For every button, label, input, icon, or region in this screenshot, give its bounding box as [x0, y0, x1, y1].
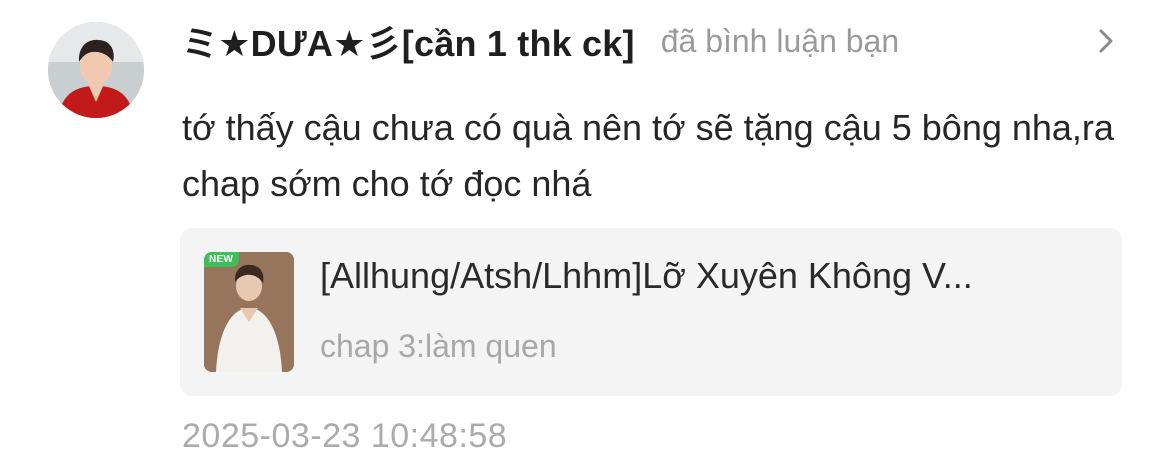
cover-image [204, 252, 294, 372]
comment-notification[interactable]: ミ★DƯA★彡[cần 1 thk ck] đã bình luận bạn t… [0, 0, 1170, 468]
username[interactable]: ミ★DƯA★彡[cần 1 thk ck] [182, 15, 635, 67]
notification-header: ミ★DƯA★彡[cần 1 thk ck] đã bình luận bạn [182, 14, 899, 68]
story-card[interactable]: NEW [Allhung/Atsh/Lhhm]Lỡ Xuyên Không V.… [180, 228, 1122, 396]
chapter-label: chap 3:làm quen [320, 328, 557, 364]
story-title[interactable]: [Allhung/Atsh/Lhhm]Lỡ Xuyên Không V... [320, 250, 1100, 302]
new-badge: NEW [204, 252, 240, 267]
story-cover[interactable]: NEW [204, 252, 294, 372]
timestamp: 2025-03-23 10:48:58 [182, 417, 508, 455]
action-text: đã bình luận bạn [660, 22, 900, 59]
avatar-image [48, 22, 144, 118]
comment-text: tớ thấy cậu chưa có quà nên tớ sẽ tặng c… [182, 107, 1114, 204]
chevron-right-icon[interactable] [1092, 26, 1120, 56]
user-avatar[interactable] [48, 22, 144, 118]
